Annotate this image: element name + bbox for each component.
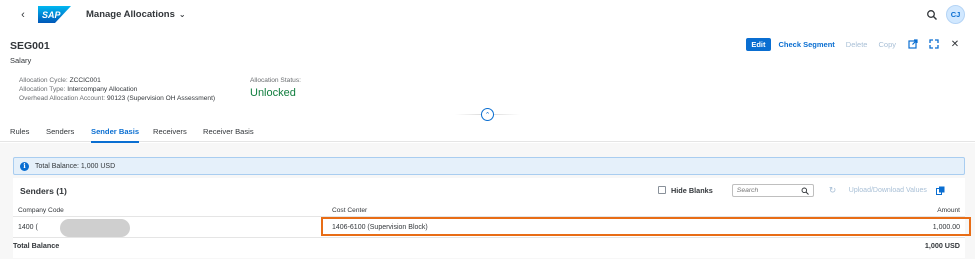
search-icon[interactable] xyxy=(801,187,809,195)
search-icon[interactable] xyxy=(926,9,938,21)
chevron-left-icon: ‹ xyxy=(21,9,25,21)
share-icon[interactable] xyxy=(907,38,919,50)
row-divider xyxy=(13,237,965,238)
column-header-amount[interactable]: Amount xyxy=(937,207,960,214)
tab-rules[interactable]: Rules xyxy=(10,127,29,142)
information-icon: i xyxy=(20,161,29,171)
copy-button[interactable]: Copy xyxy=(878,40,896,49)
delete-button[interactable]: Delete xyxy=(846,40,868,49)
highlight-annotation xyxy=(321,217,971,236)
collapse-header-button[interactable]: ⌃ xyxy=(481,108,494,121)
close-icon[interactable]: ✕ xyxy=(949,38,961,50)
attr-allocation-type: Allocation Type: Intercompany Allocation xyxy=(19,85,138,93)
info-message-strip: i Total Balance: 1,000 USD xyxy=(13,157,965,175)
app-title-menu[interactable]: Manage Allocations ⌄ xyxy=(86,9,186,20)
hide-blanks-checkbox[interactable] xyxy=(658,186,666,194)
table-settings-icon[interactable] xyxy=(935,186,945,195)
table-toolbar: Hide Blanks ↻ Upload/Download Values xyxy=(658,183,945,197)
shell-bar: ‹ SAP Manage Allocations ⌄ CJ xyxy=(0,0,975,30)
senders-table: Senders (1) Hide Blanks ↻ Upload/Downloa… xyxy=(13,178,971,258)
table-search-field[interactable] xyxy=(731,183,814,197)
redacted-area xyxy=(60,219,130,237)
tab-senders[interactable]: Senders xyxy=(46,127,74,142)
attr-allocation-cycle: Allocation Cycle: ZCCIC001 xyxy=(19,77,101,84)
avatar[interactable]: CJ xyxy=(946,5,965,24)
upload-download-values-button[interactable]: Upload/Download Values xyxy=(849,187,927,194)
tab-receivers[interactable]: Receivers xyxy=(153,127,187,142)
cell-company-code: 1400 ( xyxy=(18,224,38,231)
table-title: Senders (1) xyxy=(20,186,67,196)
reset-icon[interactable]: ↻ xyxy=(829,185,838,195)
total-balance-label: Total Balance xyxy=(13,241,60,250)
tab-receiver-basis[interactable]: Receiver Basis xyxy=(203,127,254,142)
page-title: SEG001 xyxy=(10,40,50,52)
info-message-text: Total Balance: 1,000 USD xyxy=(35,162,116,170)
search-input[interactable] xyxy=(736,186,797,195)
app-title: Manage Allocations xyxy=(86,9,175,20)
column-header-company-code[interactable]: Company Code xyxy=(18,207,64,214)
tab-sender-basis[interactable]: Sender Basis xyxy=(91,127,140,143)
page-subtitle: Salary xyxy=(10,56,32,65)
total-balance-value: 1,000 USD xyxy=(924,241,960,250)
check-segment-button[interactable]: Check Segment xyxy=(779,40,835,49)
edit-button[interactable]: Edit xyxy=(746,37,771,51)
svg-text:SAP: SAP xyxy=(42,10,62,20)
chevron-down-icon: ⌄ xyxy=(178,10,186,19)
chevron-up-icon: ⌃ xyxy=(484,111,491,119)
allocation-status: Allocation Status: Unlocked xyxy=(250,77,301,99)
sap-logo[interactable]: SAP xyxy=(38,6,71,23)
back-button[interactable]: ‹ xyxy=(16,8,30,22)
status-value: Unlocked xyxy=(250,86,296,99)
fullscreen-icon[interactable] xyxy=(928,38,940,50)
attr-overhead-account: Overhead Allocation Account: 90123 (Supe… xyxy=(19,94,216,102)
header-actions: Edit Check Segment Delete Copy ✕ xyxy=(746,37,961,51)
column-header-cost-center[interactable]: Cost Center xyxy=(332,207,367,214)
header-attributes: Allocation Cycle: ZCCIC001 Allocation Ty… xyxy=(19,77,215,103)
hide-blanks-label: Hide Blanks xyxy=(671,185,713,195)
tab-bar: Rules Senders Sender Basis Receivers Rec… xyxy=(0,123,975,143)
status-label: Allocation Status: xyxy=(250,77,301,84)
